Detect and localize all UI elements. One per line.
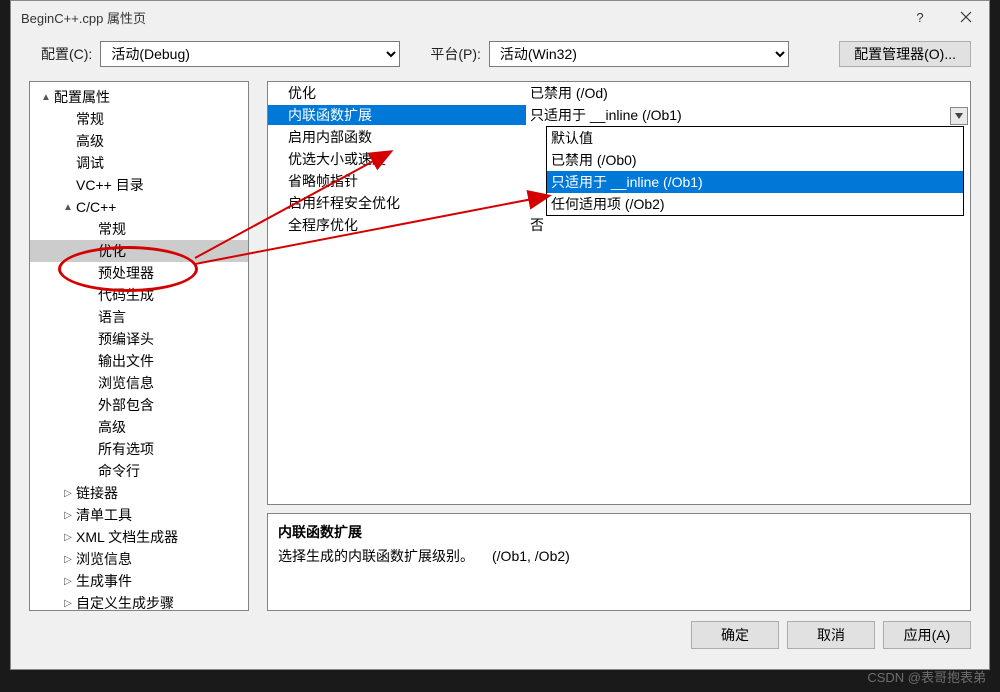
tree-item-label: 生成事件 (76, 571, 132, 591)
tree-item-label: 高级 (76, 131, 104, 151)
tree-item-label: 配置属性 (54, 87, 110, 107)
ok-button[interactable]: 确定 (691, 621, 779, 649)
tree-item[interactable]: ▷自定义生成步骤 (30, 592, 248, 611)
chevron-down-icon (955, 113, 963, 119)
tree-item[interactable]: 高级 (30, 130, 248, 152)
property-grid[interactable]: 优化已禁用 (/Od)内联函数扩展只适用于 __inline (/Ob1)启用内… (267, 81, 971, 505)
dialog-footer: 确定 取消 应用(A) (11, 611, 989, 649)
dropdown-button[interactable] (950, 107, 968, 125)
property-name: 优化 (268, 83, 526, 103)
platform-combo[interactable]: 活动(Win32) (489, 41, 789, 67)
tree-item-label: 浏览信息 (76, 549, 132, 569)
nav-tree[interactable]: ▲配置属性常规高级调试VC++ 目录▲C/C++常规优化预处理器代码生成语言预编… (29, 81, 249, 611)
dropdown-option[interactable]: 已禁用 (/Ob0) (547, 149, 963, 171)
property-name: 启用纤程安全优化 (268, 193, 526, 213)
property-name: 启用内部函数 (268, 127, 526, 147)
tree-item[interactable]: 命令行 (30, 460, 248, 482)
tree-item[interactable]: VC++ 目录 (30, 174, 248, 196)
tree-item[interactable]: ▲配置属性 (30, 86, 248, 108)
tree-item-label: 常规 (98, 219, 126, 239)
tree-item-label: 预处理器 (98, 263, 154, 283)
close-icon (960, 11, 972, 23)
tree-item-label: XML 文档生成器 (76, 527, 178, 547)
description-title: 内联函数扩展 (278, 522, 960, 542)
property-value[interactable]: 否 (526, 215, 970, 235)
tree-item[interactable]: 优化 (30, 240, 248, 262)
description-text: 选择生成的内联函数扩展级别。(/Ob1, /Ob2) (278, 546, 960, 566)
tree-item-label: 优化 (98, 241, 126, 261)
tree-twisty-icon[interactable]: ▷ (60, 532, 76, 543)
tree-item[interactable]: ▷生成事件 (30, 570, 248, 592)
tree-item-label: 链接器 (76, 483, 118, 503)
dropdown-option[interactable]: 只适用于 __inline (/Ob1) (547, 171, 963, 193)
tree-item-label: 浏览信息 (98, 373, 154, 393)
tree-item-label: 所有选项 (98, 439, 154, 459)
tree-twisty-icon[interactable]: ▷ (60, 554, 76, 565)
tree-item-label: 常规 (76, 109, 104, 129)
tree-item[interactable]: 所有选项 (30, 438, 248, 460)
tree-item-label: 清单工具 (76, 505, 132, 525)
tree-twisty-icon[interactable]: ▷ (60, 510, 76, 521)
tree-twisty-icon[interactable]: ▷ (60, 598, 76, 609)
tree-item[interactable]: 常规 (30, 108, 248, 130)
tree-twisty-icon[interactable]: ▲ (38, 92, 54, 103)
dropdown-option[interactable]: 默认值 (547, 127, 963, 149)
tree-item-label: C/C++ (76, 199, 116, 215)
property-row[interactable]: 优化已禁用 (/Od) (268, 82, 970, 104)
titlebar: BeginC++.cpp 属性页 ? (11, 1, 989, 33)
tree-item-label: 代码生成 (98, 285, 154, 305)
cancel-button[interactable]: 取消 (787, 621, 875, 649)
tree-item-label: 自定义生成步骤 (76, 593, 174, 611)
config-combo[interactable]: 活动(Debug) (100, 41, 400, 67)
property-name: 优选大小或速度 (268, 149, 526, 169)
tree-item[interactable]: ▲C/C++ (30, 196, 248, 218)
property-value[interactable]: 只适用于 __inline (/Ob1) (526, 105, 970, 125)
tree-item-label: 预编译头 (98, 329, 154, 349)
property-pages-dialog: BeginC++.cpp 属性页 ? 配置(C): 活动(Debug) 平台(P… (10, 0, 990, 670)
tree-item[interactable]: 浏览信息 (30, 372, 248, 394)
tree-twisty-icon[interactable]: ▲ (60, 202, 76, 213)
tree-item-label: 外部包含 (98, 395, 154, 415)
apply-button[interactable]: 应用(A) (883, 621, 971, 649)
tree-item[interactable]: 外部包含 (30, 394, 248, 416)
property-name: 省略帧指针 (268, 171, 526, 191)
tree-item[interactable]: ▷链接器 (30, 482, 248, 504)
tree-item[interactable]: 常规 (30, 218, 248, 240)
tree-item[interactable]: 语言 (30, 306, 248, 328)
help-button[interactable]: ? (897, 1, 943, 33)
tree-item[interactable]: 调试 (30, 152, 248, 174)
tree-item-label: 命令行 (98, 461, 140, 481)
tree-item[interactable]: ▷清单工具 (30, 504, 248, 526)
watermark: CSDN @表哥抱表弟 (867, 667, 986, 686)
tree-item[interactable]: 代码生成 (30, 284, 248, 306)
tree-item-label: 高级 (98, 417, 126, 437)
window-title: BeginC++.cpp 属性页 (21, 8, 146, 27)
tree-item[interactable]: 高级 (30, 416, 248, 438)
description-panel: 内联函数扩展 选择生成的内联函数扩展级别。(/Ob1, /Ob2) (267, 513, 971, 611)
platform-label: 平台(P): (430, 44, 481, 64)
tree-item-label: 调试 (76, 153, 104, 173)
tree-item[interactable]: 预处理器 (30, 262, 248, 284)
tree-twisty-icon[interactable]: ▷ (60, 488, 76, 499)
close-button[interactable] (943, 1, 989, 33)
tree-item[interactable]: ▷XML 文档生成器 (30, 526, 248, 548)
property-value[interactable]: 已禁用 (/Od) (526, 83, 970, 103)
config-row: 配置(C): 活动(Debug) 平台(P): 活动(Win32) 配置管理器(… (11, 33, 989, 81)
tree-item[interactable]: 预编译头 (30, 328, 248, 350)
config-manager-button[interactable]: 配置管理器(O)... (839, 41, 971, 67)
tree-item-label: 输出文件 (98, 351, 154, 371)
config-label: 配置(C): (41, 44, 92, 64)
tree-item[interactable]: ▷浏览信息 (30, 548, 248, 570)
tree-item-label: 语言 (98, 307, 126, 327)
dropdown-option[interactable]: 任何适用项 (/Ob2) (547, 193, 963, 215)
property-name: 全程序优化 (268, 215, 526, 235)
tree-item[interactable]: 输出文件 (30, 350, 248, 372)
tree-item-label: VC++ 目录 (76, 175, 144, 195)
value-dropdown[interactable]: 默认值已禁用 (/Ob0)只适用于 __inline (/Ob1)任何适用项 (… (546, 126, 964, 216)
tree-twisty-icon[interactable]: ▷ (60, 576, 76, 587)
property-row[interactable]: 全程序优化否 (268, 214, 970, 236)
property-name: 内联函数扩展 (268, 105, 526, 125)
property-row[interactable]: 内联函数扩展只适用于 __inline (/Ob1) (268, 104, 970, 126)
